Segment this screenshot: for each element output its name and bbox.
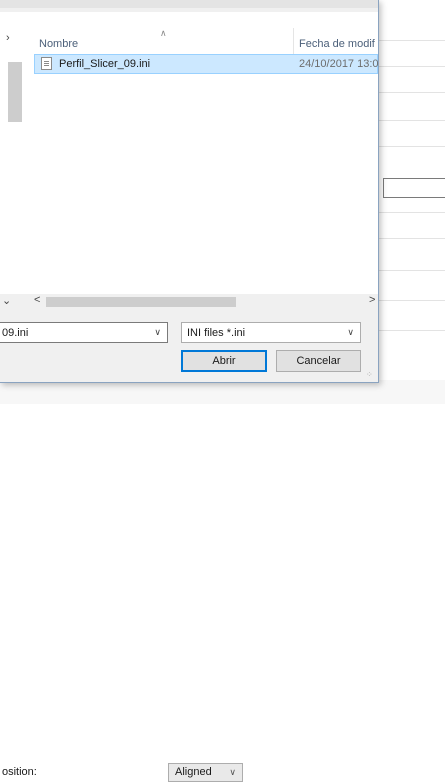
open-file-dialog: › ⌄ ∧ Nombre Fecha de modif Perfil_Slice… bbox=[0, 0, 379, 383]
filename-value: 09.ini bbox=[2, 327, 29, 339]
chevron-down-icon[interactable]: ⌄ bbox=[2, 294, 11, 307]
nav-scrollbar-thumb[interactable] bbox=[8, 62, 22, 122]
ini-file-icon bbox=[41, 57, 52, 70]
divider bbox=[378, 40, 445, 41]
horizontal-scrollbar[interactable]: ⌄ < > bbox=[0, 294, 378, 310]
resize-grip-icon[interactable]: ⁘ bbox=[366, 370, 373, 379]
scrollbar-thumb[interactable] bbox=[46, 297, 236, 307]
column-date-modified[interactable]: Fecha de modif bbox=[299, 38, 375, 50]
file-type-filter[interactable]: INI files *.ini ∨ bbox=[181, 322, 361, 343]
open-button[interactable]: Abrir bbox=[181, 350, 267, 372]
chevron-right-icon[interactable]: › bbox=[6, 32, 10, 44]
cancel-button[interactable]: Cancelar bbox=[276, 350, 361, 372]
divider bbox=[378, 146, 445, 147]
file-list: ∧ Nombre Fecha de modif Perfil_Slicer_09… bbox=[24, 12, 379, 294]
scroll-left-icon[interactable]: < bbox=[34, 294, 40, 306]
divider bbox=[378, 120, 445, 121]
divider bbox=[378, 330, 445, 331]
position-select[interactable]: Aligned ∨ bbox=[168, 763, 243, 782]
column-header: ∧ Nombre Fecha de modif bbox=[24, 22, 378, 58]
file-row[interactable]: Perfil_Slicer_09.ini 24/10/2017 13:0 bbox=[34, 54, 379, 74]
divider bbox=[378, 66, 445, 67]
navigation-pane: › ⌄ bbox=[0, 12, 25, 307]
divider bbox=[378, 270, 445, 271]
position-select-value: Aligned bbox=[175, 766, 212, 778]
column-name[interactable]: Nombre bbox=[39, 38, 78, 50]
dialog-toolbar bbox=[0, 0, 378, 8]
file-date: 24/10/2017 13:0 bbox=[299, 58, 379, 70]
divider bbox=[378, 212, 445, 213]
filter-value: INI files *.ini bbox=[187, 327, 246, 339]
background-input[interactable] bbox=[383, 178, 445, 198]
file-name: Perfil_Slicer_09.ini bbox=[59, 58, 151, 70]
chevron-down-icon: ∨ bbox=[229, 767, 236, 777]
filename-input[interactable]: 09.ini ∨ bbox=[0, 322, 168, 343]
chevron-down-icon[interactable]: ∨ bbox=[154, 327, 161, 338]
divider bbox=[378, 92, 445, 93]
chevron-down-icon: ∨ bbox=[347, 327, 354, 337]
background-settings-row: osition: Aligned ∨ bbox=[0, 380, 445, 782]
scroll-right-icon[interactable]: > bbox=[369, 294, 375, 306]
sort-ascending-icon: ∧ bbox=[160, 28, 167, 38]
divider bbox=[378, 238, 445, 239]
divider bbox=[378, 300, 445, 301]
background-window bbox=[378, 0, 445, 404]
position-label: osition: bbox=[2, 766, 37, 778]
